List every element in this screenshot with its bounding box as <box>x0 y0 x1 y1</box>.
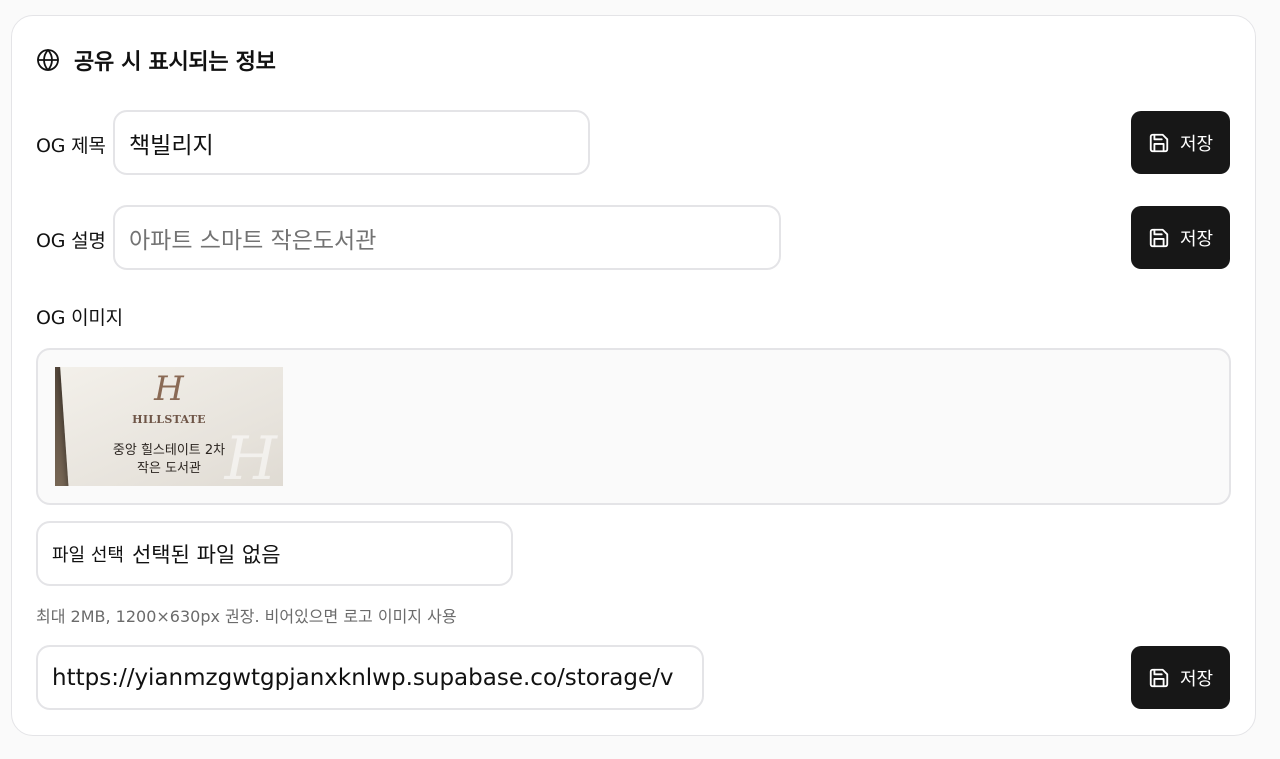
og-image-preview-box: H HILLSTATE 중앙 힐스테이트 2차 작은 도서관 H <box>36 348 1231 505</box>
og-image-url-input[interactable]: https://yianmzgwtgpjanxknlwp.supabase.co… <box>36 645 704 710</box>
save-label: 저장 <box>1179 668 1214 690</box>
og-description-label: OG 설명 <box>36 230 106 252</box>
og-image-file-input[interactable]: 파일 선택 선택된 파일 없음 <box>36 521 513 586</box>
file-status-text: 선택된 파일 없음 <box>131 542 281 567</box>
file-select-button[interactable]: 파일 선택 <box>52 541 124 567</box>
globe-icon <box>37 49 59 71</box>
save-label: 저장 <box>1179 228 1214 250</box>
og-description-save-button[interactable]: 저장 <box>1131 206 1230 269</box>
hillstate-logo: H <box>154 369 184 409</box>
save-icon <box>1149 668 1169 687</box>
og-title-save-button[interactable]: 저장 <box>1131 111 1230 174</box>
save-icon <box>1149 133 1169 152</box>
og-image-hint: 최대 2MB, 1200×630px 권장. 비어있으면 로고 이미지 사용 <box>36 607 457 626</box>
og-image-label: OG 이미지 <box>36 307 123 329</box>
section-header: 공유 시 표시되는 정보 <box>36 44 276 76</box>
save-label: 저장 <box>1179 133 1214 155</box>
og-image-save-button[interactable]: 저장 <box>1131 646 1230 709</box>
og-title-label: OG 제목 <box>36 135 106 157</box>
save-icon <box>1149 228 1169 247</box>
og-image-thumbnail: H HILLSTATE 중앙 힐스테이트 2차 작은 도서관 H <box>55 367 283 486</box>
watermark-logo: H <box>224 424 277 486</box>
og-title-input[interactable]: 책빌리지 <box>113 110 590 175</box>
section-title: 공유 시 표시되는 정보 <box>74 50 276 75</box>
og-description-input[interactable]: 아파트 스마트 작은도서관 <box>113 205 781 270</box>
